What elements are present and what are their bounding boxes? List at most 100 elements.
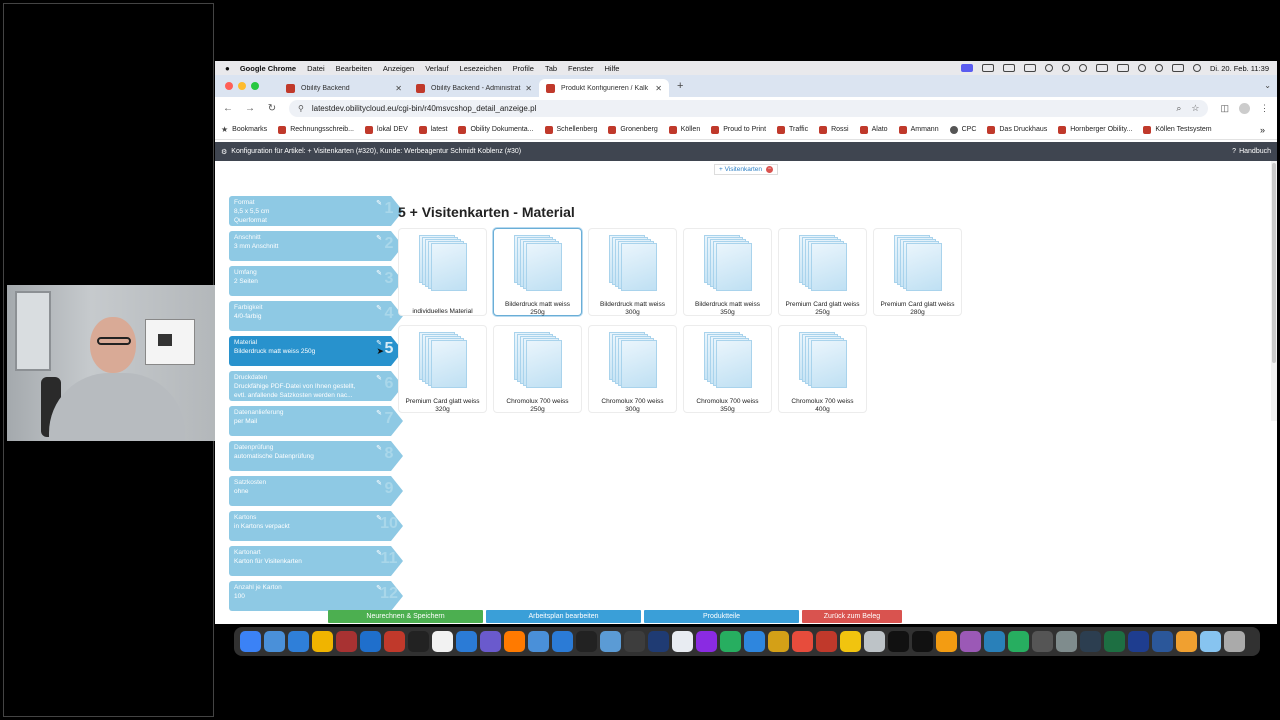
more-bookmarks-icon[interactable]: » xyxy=(1260,125,1265,135)
status-icon[interactable] xyxy=(981,64,994,72)
dock-app-icon[interactable] xyxy=(456,631,477,652)
profile-avatar[interactable] xyxy=(1239,103,1250,114)
dock-app-icon[interactable] xyxy=(960,631,981,652)
dock-app-icon[interactable] xyxy=(1032,631,1053,652)
dock-app-icon[interactable] xyxy=(384,631,405,652)
dock-app-icon[interactable] xyxy=(1080,631,1101,652)
dock-app-icon[interactable] xyxy=(792,631,813,652)
dock-app-icon[interactable] xyxy=(480,631,501,652)
dock-app-icon[interactable] xyxy=(840,631,861,652)
dock-app-icon[interactable] xyxy=(672,631,693,652)
dock-app-icon[interactable] xyxy=(648,631,669,652)
dock-app-icon[interactable] xyxy=(360,631,381,652)
material-card[interactable]: Bilderdruck matt weiss 250g xyxy=(493,228,582,316)
config-step-4[interactable]: Farbigkeit 4/0-farbig ✎ 4 xyxy=(229,301,403,331)
dock-app-icon[interactable] xyxy=(720,631,741,652)
status-icon[interactable] xyxy=(1061,64,1070,72)
status-icon[interactable] xyxy=(1023,64,1036,72)
config-step-6[interactable]: Druckdaten Druckfähige PDF-Datei von Ihne… xyxy=(229,371,403,401)
close-window-button[interactable] xyxy=(225,82,233,90)
bookmark-item[interactable]: Köllen Testsystem xyxy=(1143,125,1212,134)
minimize-window-button[interactable] xyxy=(238,82,246,90)
bookmark-item[interactable]: Traffic xyxy=(777,125,808,134)
scrollbar[interactable] xyxy=(1271,161,1277,421)
dock-app-icon[interactable] xyxy=(864,631,885,652)
dock-app-icon[interactable] xyxy=(240,631,261,652)
url-text[interactable]: latestdev.obilitycloud.eu/cgi-bin/r40msv… xyxy=(312,104,536,113)
wifi-icon[interactable] xyxy=(1137,64,1146,72)
clock-icon[interactable] xyxy=(1078,64,1087,72)
new-tab-icon[interactable]: + xyxy=(677,80,683,92)
dock-app-icon[interactable] xyxy=(1128,631,1149,652)
config-step-11[interactable]: Kartonart Karton für Visitenkarten ✎ 11 xyxy=(229,546,403,576)
dock-app-icon[interactable] xyxy=(312,631,333,652)
browser-tab[interactable]: Obility Backend ✕ xyxy=(279,79,409,97)
bookmark-star-icon[interactable]: ☆ xyxy=(1191,103,1199,114)
screen-share-icon[interactable] xyxy=(960,64,973,72)
dock-app-icon[interactable] xyxy=(744,631,765,652)
material-card[interactable]: Bilderdruck matt weiss 300g xyxy=(588,228,677,316)
bookmark-item[interactable]: Das Druckhaus xyxy=(987,125,1047,134)
dock-app-icon[interactable] xyxy=(528,631,549,652)
menu-profile[interactable]: Profile xyxy=(513,64,534,73)
material-card[interactable]: Premium Card glatt weiss 280g xyxy=(873,228,962,316)
bookmark-item[interactable]: Obility Dokumenta... xyxy=(458,125,534,134)
config-step-2[interactable]: Anschnitt 3 mm Anschnitt ✎ 2 xyxy=(229,231,403,261)
menu-app-name[interactable]: Google Chrome xyxy=(240,64,296,73)
dock-app-icon[interactable] xyxy=(1008,631,1029,652)
dock-app-icon[interactable] xyxy=(1176,631,1197,652)
menu-fenster[interactable]: Fenster xyxy=(568,64,593,73)
chevron-down-icon[interactable]: ⌄ xyxy=(1264,81,1271,90)
apple-icon[interactable]: ● xyxy=(225,64,230,73)
back-to-document-button[interactable]: Zurück zum Beleg xyxy=(802,610,902,623)
close-tab-icon[interactable]: ✕ xyxy=(395,84,402,93)
bookmark-item[interactable]: Hornberger Obility... xyxy=(1058,125,1132,134)
dock-app-icon[interactable] xyxy=(624,631,645,652)
dock-app-icon[interactable] xyxy=(552,631,573,652)
more-menu-icon[interactable]: ⋮ xyxy=(1260,103,1269,114)
material-card[interactable]: Premium Card glatt weiss 250g xyxy=(778,228,867,316)
bookmark-item[interactable]: Schellenberg xyxy=(544,125,597,134)
search-icon[interactable] xyxy=(1154,64,1163,72)
dock-app-icon[interactable] xyxy=(336,631,357,652)
bookmark-item[interactable]: Ammann xyxy=(898,125,939,134)
battery-icon[interactable] xyxy=(1002,64,1015,72)
config-step-9[interactable]: Satzkosten ohne ✎ 9 xyxy=(229,476,403,506)
dock-app-icon[interactable] xyxy=(912,631,933,652)
menu-hilfe[interactable]: Hilfe xyxy=(604,64,619,73)
dock-app-icon[interactable] xyxy=(768,631,789,652)
bookmark-item[interactable]: latest xyxy=(418,125,447,134)
side-panel-icon[interactable]: ◫ xyxy=(1220,103,1229,114)
config-step-7[interactable]: Datenanlieferung per Mail ✎ 7 xyxy=(229,406,403,436)
dock-app-icon[interactable] xyxy=(288,631,309,652)
material-card[interactable]: Premium Card glatt weiss 320g xyxy=(398,325,487,413)
product-parts-button[interactable]: Produktteile xyxy=(644,610,799,623)
material-card[interactable]: Chromolux 700 weiss 350g xyxy=(683,325,772,413)
reload-icon[interactable]: ↻ xyxy=(267,103,277,114)
dock-app-icon[interactable] xyxy=(696,631,717,652)
close-tab-icon[interactable]: ✕ xyxy=(525,84,532,93)
menu-lesezeichen[interactable]: Lesezeichen xyxy=(460,64,502,73)
menu-datei[interactable]: Datei xyxy=(307,64,325,73)
menu-tab[interactable]: Tab xyxy=(545,64,557,73)
dock-app-icon[interactable] xyxy=(888,631,909,652)
workplan-button[interactable]: Arbeitsplan bearbeiten xyxy=(486,610,641,623)
dock-app-icon[interactable] xyxy=(1104,631,1125,652)
article-tag[interactable]: + Visitenkarten − xyxy=(713,163,779,175)
dock-app-icon[interactable] xyxy=(1224,631,1245,652)
recalc-save-button[interactable]: Neurechnen & Speichern xyxy=(328,610,483,623)
remove-icon[interactable]: − xyxy=(766,165,774,173)
dock-app-icon[interactable] xyxy=(984,631,1005,652)
bookmark-item[interactable]: Rechnungsschreib... xyxy=(278,125,354,134)
siri-icon[interactable] xyxy=(1192,64,1201,72)
dock-app-icon[interactable] xyxy=(816,631,837,652)
browser-tab[interactable]: Obility Backend - Administrat ✕ xyxy=(409,79,539,97)
control-center-icon[interactable] xyxy=(1171,64,1184,72)
bookmark-item[interactable]: Köllen xyxy=(668,125,700,134)
menu-anzeigen[interactable]: Anzeigen xyxy=(383,64,414,73)
bookmark-item[interactable]: Proud to Print xyxy=(711,125,766,134)
material-card[interactable]: Bilderdruck matt weiss 350g xyxy=(683,228,772,316)
zoom-icon[interactable]: ⌕ xyxy=(1176,103,1181,114)
dock-app-icon[interactable] xyxy=(264,631,285,652)
handbuch-link[interactable]: ? Handbuch xyxy=(1232,148,1271,155)
